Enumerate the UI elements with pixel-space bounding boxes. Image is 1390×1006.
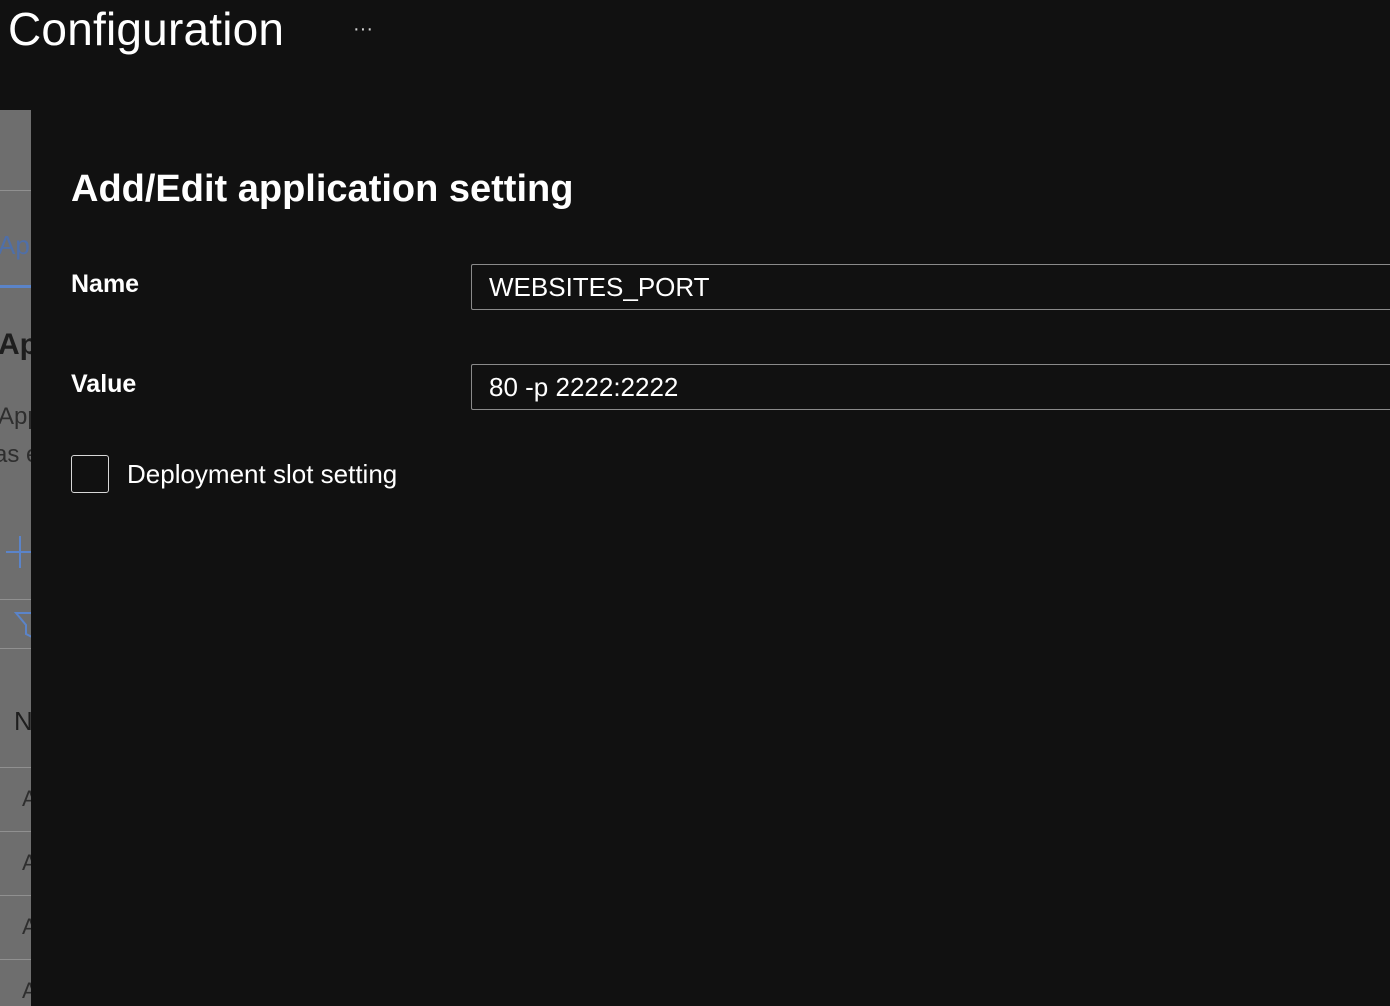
divider [0, 599, 31, 600]
divider [0, 831, 31, 832]
more-options-button[interactable]: ··· [346, 14, 380, 44]
section-description: App [0, 403, 31, 430]
name-input[interactable] [471, 264, 1390, 310]
page: Configuration ··· App Ap App as e N A A … [0, 0, 1390, 1006]
section-heading: Ap [0, 328, 31, 361]
value-label: Value [71, 370, 137, 398]
divider [0, 648, 31, 649]
table-row[interactable]: A [22, 786, 31, 812]
deployment-slot-setting-checkbox[interactable] [71, 455, 109, 493]
tab-application-settings[interactable]: App [0, 230, 31, 261]
panel-title: Add/Edit application setting [71, 168, 574, 210]
table-row[interactable]: A [22, 978, 31, 1004]
active-tab-indicator [0, 285, 31, 288]
table-row[interactable]: A [22, 850, 31, 876]
column-header-name[interactable]: N [14, 706, 31, 737]
divider [0, 895, 31, 896]
table-row[interactable]: A [22, 914, 31, 940]
divider [0, 767, 31, 768]
page-title: Configuration [8, 3, 285, 55]
divider [0, 190, 31, 191]
value-input[interactable] [471, 364, 1390, 410]
add-edit-setting-panel: Add/Edit application setting Name Value … [31, 110, 1390, 1006]
filter-icon[interactable] [14, 610, 31, 640]
deployment-slot-setting-row[interactable]: Deployment slot setting [71, 454, 397, 494]
background-blade: App Ap App as e N A A A A [0, 110, 31, 1006]
add-icon[interactable] [6, 534, 31, 570]
name-label: Name [71, 270, 140, 298]
section-description-line2: as e [0, 441, 31, 468]
divider [0, 959, 31, 960]
deployment-slot-setting-label: Deployment slot setting [127, 458, 398, 489]
